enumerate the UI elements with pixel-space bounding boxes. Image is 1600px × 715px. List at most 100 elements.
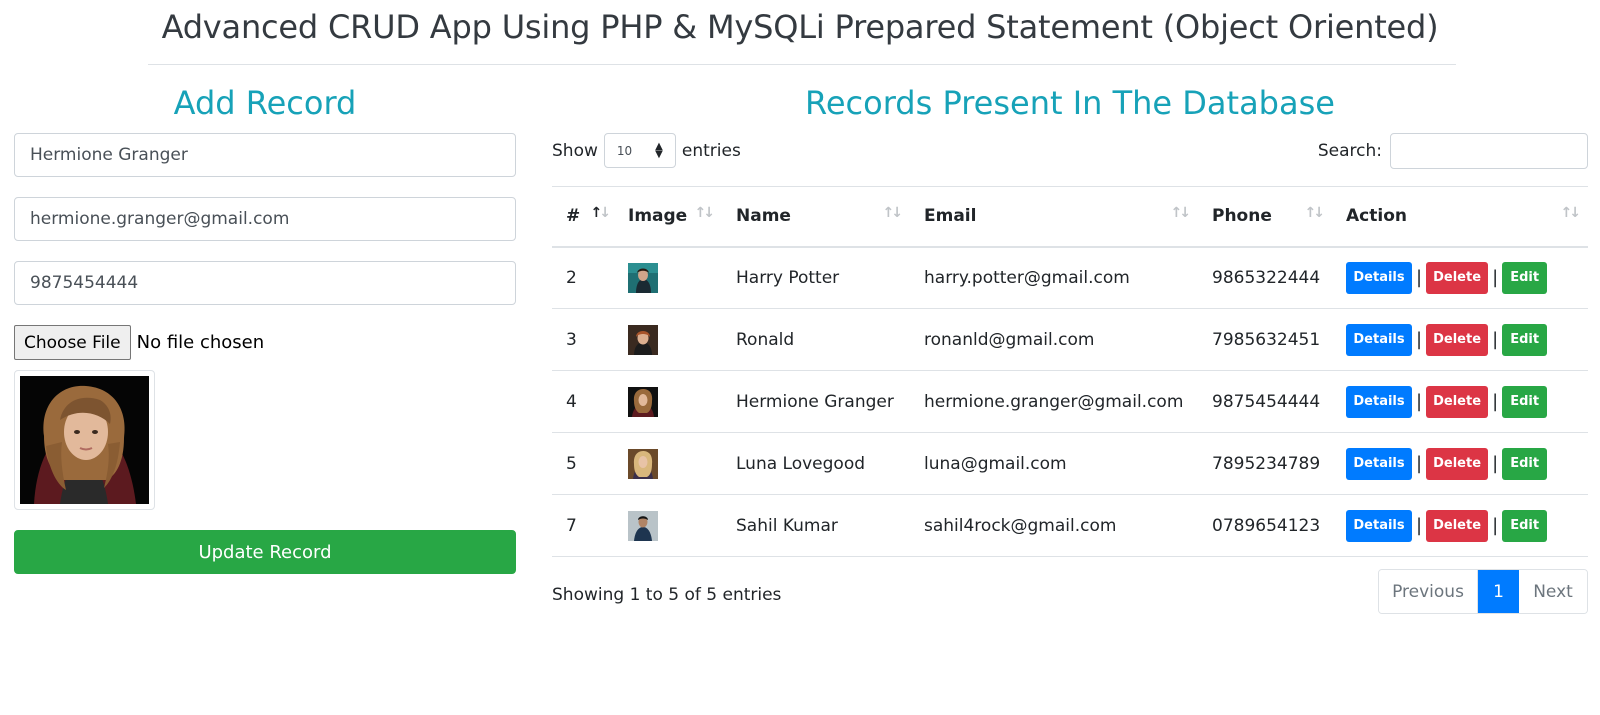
pagination: Previous 1 Next: [1378, 569, 1588, 614]
column-header-phone[interactable]: Phone ↑↓: [1198, 186, 1332, 248]
delete-button[interactable]: Delete: [1426, 509, 1489, 542]
cell-email: harry.potter@gmail.com: [910, 246, 1198, 309]
edit-button[interactable]: Edit: [1502, 385, 1548, 418]
row-actions: Details | Delete | Edit: [1346, 447, 1588, 480]
cell-action: Details | Delete | Edit: [1332, 432, 1588, 495]
cell-name: Luna Lovegood: [722, 432, 910, 495]
delete-button[interactable]: Delete: [1426, 323, 1489, 356]
records-table: # ↑↓ Image ↑↓ Name ↑↓ Email ↑↓ Phone ↑↓ …: [552, 186, 1588, 557]
cell-name: Harry Potter: [722, 246, 910, 309]
cell-image: [614, 370, 722, 433]
column-header-email[interactable]: Email ↑↓: [910, 186, 1198, 248]
delete-button[interactable]: Delete: [1426, 447, 1489, 480]
table-row: 3 Ronald ronanld@gmail.com 7985632451 De…: [552, 308, 1588, 371]
sort-arrows-icon: ↑↓: [694, 205, 716, 221]
details-button[interactable]: Details: [1346, 261, 1412, 294]
avatar: [628, 324, 658, 355]
cell-email: luna@gmail.com: [910, 432, 1198, 495]
details-button[interactable]: Details: [1346, 323, 1412, 356]
action-separator: |: [1416, 453, 1423, 474]
table-row: 2 Harry Potter harry.potter@gmail.com 98…: [552, 246, 1588, 309]
action-separator: |: [1492, 329, 1499, 350]
column-header-image[interactable]: Image ↑↓: [614, 186, 722, 248]
edit-button[interactable]: Edit: [1502, 447, 1548, 480]
cell-name: Hermione Granger: [722, 370, 910, 433]
column-header-label: Email: [924, 206, 977, 227]
edit-button[interactable]: Edit: [1502, 323, 1548, 356]
delete-button[interactable]: Delete: [1426, 261, 1489, 294]
records-heading: Records Present In The Database: [805, 84, 1335, 122]
cell-id: 2: [552, 246, 614, 309]
cell-id: 7: [552, 494, 614, 557]
cell-email: sahil4rock@gmail.com: [910, 494, 1198, 557]
sort-arrows-icon: ↑↓: [882, 205, 904, 221]
table-info: Showing 1 to 5 of 5 entries: [552, 585, 782, 605]
show-label: Show: [552, 140, 598, 161]
cell-name: Ronald: [722, 308, 910, 371]
search-control: Search:: [1318, 133, 1588, 169]
sort-arrows-icon: ↑↓: [1304, 205, 1326, 221]
column-header-label: Image: [628, 206, 688, 227]
details-button[interactable]: Details: [1346, 447, 1412, 480]
previous-page-button[interactable]: Previous: [1379, 570, 1478, 613]
image-preview: [14, 370, 155, 510]
action-separator: |: [1492, 391, 1499, 412]
delete-button[interactable]: Delete: [1426, 385, 1489, 418]
row-actions: Details | Delete | Edit: [1346, 385, 1588, 418]
cell-email: ronanld@gmail.com: [910, 308, 1198, 371]
column-header-label: Action: [1346, 206, 1407, 227]
name-input[interactable]: [14, 133, 516, 177]
email-input[interactable]: [14, 197, 516, 241]
select-caret-icon: ▲ ▼: [655, 140, 663, 160]
cell-action: Details | Delete | Edit: [1332, 370, 1588, 433]
action-separator: |: [1416, 267, 1423, 289]
action-separator: |: [1492, 267, 1499, 289]
column-header-name[interactable]: Name ↑↓: [722, 186, 910, 248]
avatar: [628, 262, 658, 293]
column-header-action[interactable]: Action ↑↓: [1332, 186, 1588, 248]
cell-action: Details | Delete | Edit: [1332, 308, 1588, 371]
action-separator: |: [1492, 515, 1499, 536]
sort-arrows-icon: ↑↓: [590, 205, 612, 221]
entries-select[interactable]: 10 ▲ ▼: [603, 133, 676, 168]
cell-phone: 7895234789: [1198, 432, 1332, 495]
update-record-button[interactable]: Update Record: [14, 530, 516, 574]
page-title: Advanced CRUD App Using PHP & MySQLi Pre…: [161, 8, 1439, 46]
next-page-button[interactable]: Next: [1519, 570, 1587, 613]
avatar: [628, 386, 658, 417]
current-page-button[interactable]: 1: [1478, 570, 1519, 613]
title-divider: [148, 64, 1456, 65]
cell-image: [614, 246, 722, 309]
phone-input[interactable]: [14, 261, 516, 305]
cell-id: 3: [552, 308, 614, 371]
choose-file-button[interactable]: Choose File: [14, 325, 131, 360]
cell-image: [614, 494, 722, 557]
cell-phone: 7985632451: [1198, 308, 1332, 371]
edit-button[interactable]: Edit: [1502, 261, 1548, 294]
row-actions: Details | Delete | Edit: [1346, 261, 1588, 294]
row-actions: Details | Delete | Edit: [1346, 323, 1588, 356]
edit-button[interactable]: Edit: [1502, 509, 1548, 542]
table-header-row: # ↑↓ Image ↑↓ Name ↑↓ Email ↑↓ Phone ↑↓ …: [552, 186, 1588, 248]
cell-phone: 0789654123: [1198, 494, 1332, 557]
details-button[interactable]: Details: [1346, 509, 1412, 542]
cell-id: 4: [552, 370, 614, 433]
search-input[interactable]: [1390, 133, 1588, 169]
add-record-heading: Add Record: [173, 84, 357, 122]
action-separator: |: [1416, 391, 1423, 412]
entries-label: entries: [681, 140, 741, 161]
cell-action: Details | Delete | Edit: [1332, 494, 1588, 557]
cell-image: [614, 432, 722, 495]
entries-length-control: Show 10 ▲ ▼ entries: [552, 133, 741, 168]
cell-email: hermione.granger@gmail.com: [910, 370, 1198, 433]
column-header-label: Name: [736, 206, 791, 227]
action-separator: |: [1492, 453, 1499, 474]
cell-image: [614, 308, 722, 371]
cell-action: Details | Delete | Edit: [1332, 246, 1588, 309]
file-input: Choose File No file chosen: [14, 325, 264, 360]
column-header-label: #: [566, 206, 581, 227]
column-header-id[interactable]: # ↑↓: [552, 186, 614, 248]
file-status: No file chosen: [136, 332, 265, 353]
details-button[interactable]: Details: [1346, 385, 1412, 418]
table-row: 5 Luna Lovegood luna@gmail.com 789523478…: [552, 432, 1588, 495]
